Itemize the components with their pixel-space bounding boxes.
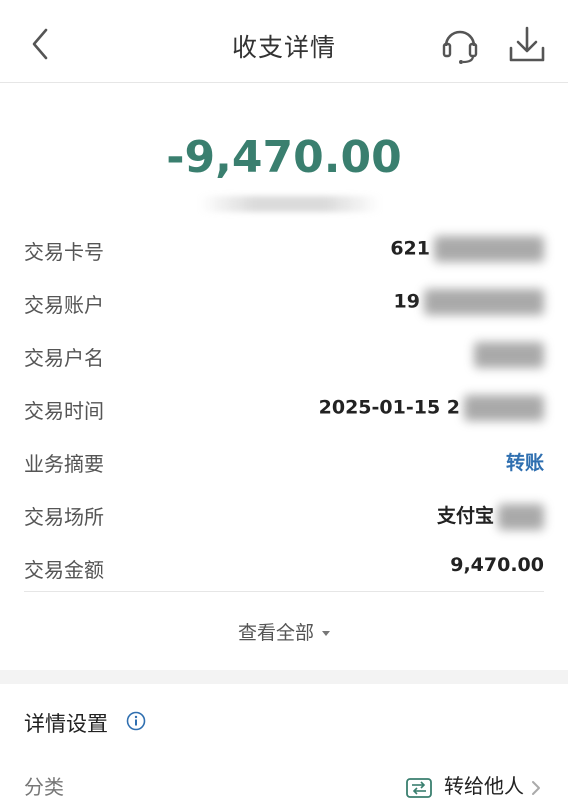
detail-label: 交易时间 bbox=[24, 399, 104, 423]
detail-value bbox=[470, 342, 544, 368]
detail-value: 转账 bbox=[505, 452, 544, 474]
redacted-block bbox=[498, 503, 544, 530]
transaction-amount: -9,470.00 bbox=[166, 132, 402, 183]
detail-label: 交易卡号 bbox=[24, 240, 104, 264]
category-label: 分类 bbox=[24, 775, 64, 799]
detail-label: 业务摘要 bbox=[24, 452, 104, 476]
redacted-block bbox=[424, 289, 544, 315]
detail-label: 交易账户 bbox=[24, 293, 104, 317]
detail-row-time: 交易时间 2025-01-15 2 bbox=[24, 387, 544, 427]
detail-label: 交易户名 bbox=[24, 346, 104, 370]
chevron-right-icon bbox=[532, 780, 540, 795]
detail-row-amount: 交易金额 9,470.00 bbox=[24, 546, 544, 586]
detail-row-summary: 业务摘要 转账 bbox=[24, 440, 544, 480]
info-icon[interactable] bbox=[126, 711, 146, 731]
caret-down-icon bbox=[322, 631, 330, 636]
detail-value: 支付宝 bbox=[437, 501, 544, 530]
download-button[interactable] bbox=[505, 22, 549, 66]
divider bbox=[24, 591, 544, 592]
detail-row-card-number: 交易卡号 621 bbox=[24, 228, 544, 268]
top-bar: 收支详情 bbox=[0, 0, 568, 83]
view-all-label: 查看全部 bbox=[237, 622, 314, 644]
download-icon bbox=[509, 26, 545, 62]
detail-row-account-name: 交易户名 bbox=[24, 334, 544, 374]
detail-label: 交易金额 bbox=[24, 558, 104, 582]
redacted-block bbox=[464, 395, 544, 421]
category-value: 转给他人 bbox=[444, 774, 524, 798]
detail-value: 621 bbox=[390, 236, 544, 262]
detail-value: 9,470.00 bbox=[450, 554, 544, 576]
settings-title: 详情设置 bbox=[24, 712, 108, 736]
page-title: 收支详情 bbox=[231, 33, 336, 62]
detail-label: 交易场所 bbox=[24, 505, 104, 529]
detail-value: 2025-01-15 2 bbox=[319, 395, 544, 421]
headset-icon bbox=[442, 30, 478, 64]
detail-row-place: 交易场所 支付宝 bbox=[24, 493, 544, 533]
redacted-subtitle bbox=[200, 196, 380, 212]
redacted-block bbox=[434, 236, 544, 262]
detail-row-account: 交易账户 19 bbox=[24, 281, 544, 321]
redacted-block bbox=[474, 342, 544, 368]
detail-value: 19 bbox=[394, 289, 544, 315]
customer-service-button[interactable] bbox=[438, 22, 482, 66]
transfer-category-icon bbox=[406, 777, 432, 798]
view-all-button[interactable]: 查看全部 bbox=[0, 618, 568, 645]
amount-section: -9,470.00 bbox=[0, 82, 568, 222]
section-gap bbox=[0, 670, 568, 684]
